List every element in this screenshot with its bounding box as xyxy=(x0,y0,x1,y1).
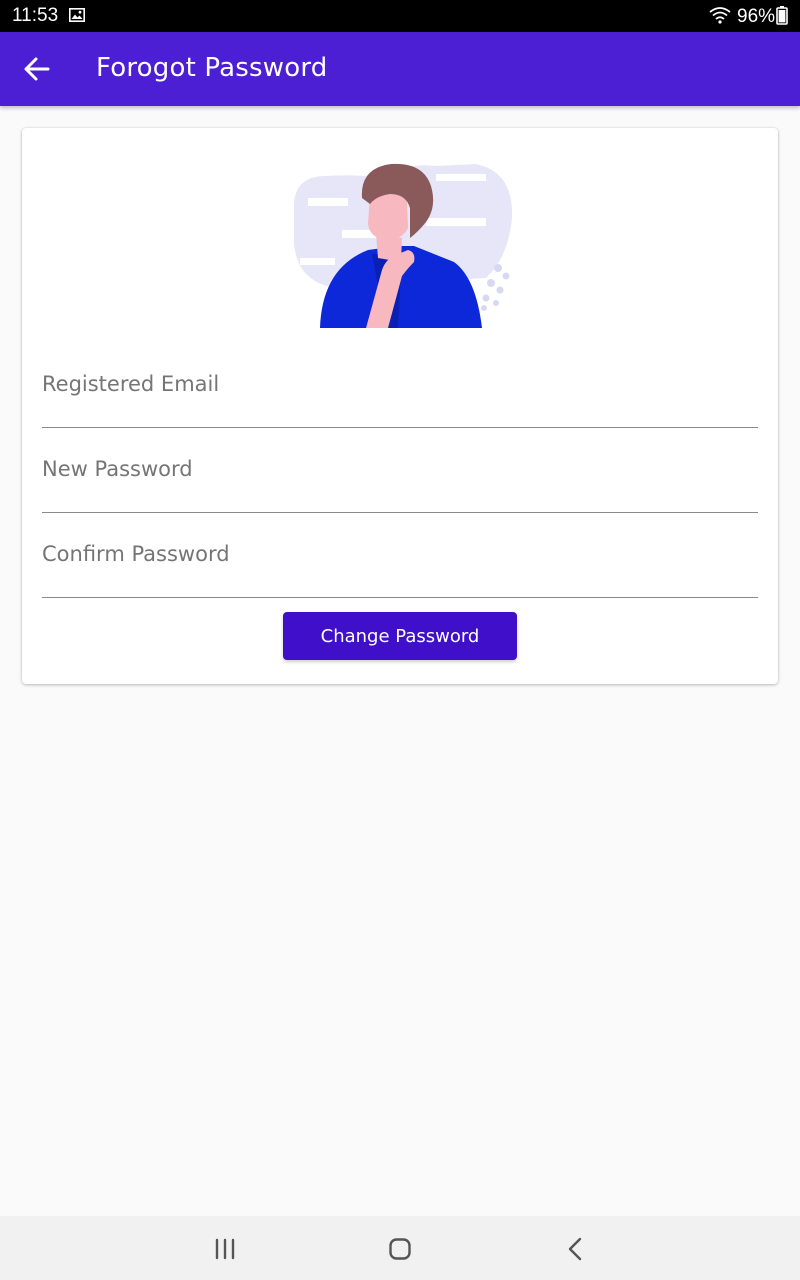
back-icon[interactable] xyxy=(559,1232,593,1266)
new-password-field[interactable]: New Password xyxy=(42,453,758,513)
arrow-left-icon xyxy=(24,57,50,81)
page-title: Forogot Password xyxy=(96,53,328,83)
battery-icon xyxy=(776,6,788,25)
gallery-icon xyxy=(69,8,85,22)
back-button[interactable] xyxy=(14,46,60,92)
home-icon[interactable] xyxy=(383,1232,417,1266)
forgot-password-card: Registered Email New Password Confirm Pa… xyxy=(22,128,778,684)
field-underline xyxy=(42,427,758,428)
recent-apps-icon[interactable] xyxy=(208,1232,242,1266)
field-underline xyxy=(42,597,758,598)
app-bar: Forogot Password xyxy=(0,32,800,106)
confirm-password-label: Confirm Password xyxy=(42,542,230,566)
field-underline xyxy=(42,512,758,513)
registered-email-label: Registered Email xyxy=(42,372,220,396)
thinking-person-illustration xyxy=(294,163,513,328)
change-password-button[interactable]: Change Password xyxy=(283,612,517,660)
wifi-icon xyxy=(709,7,731,24)
new-password-label: New Password xyxy=(42,457,193,481)
confirm-password-field[interactable]: Confirm Password xyxy=(42,538,758,598)
status-bar: 11:53 96% xyxy=(0,0,800,32)
system-nav-bar xyxy=(0,1216,800,1280)
battery-percent: 96% xyxy=(737,6,776,27)
status-time: 11:53 xyxy=(12,5,59,26)
registered-email-field[interactable]: Registered Email xyxy=(42,368,758,428)
